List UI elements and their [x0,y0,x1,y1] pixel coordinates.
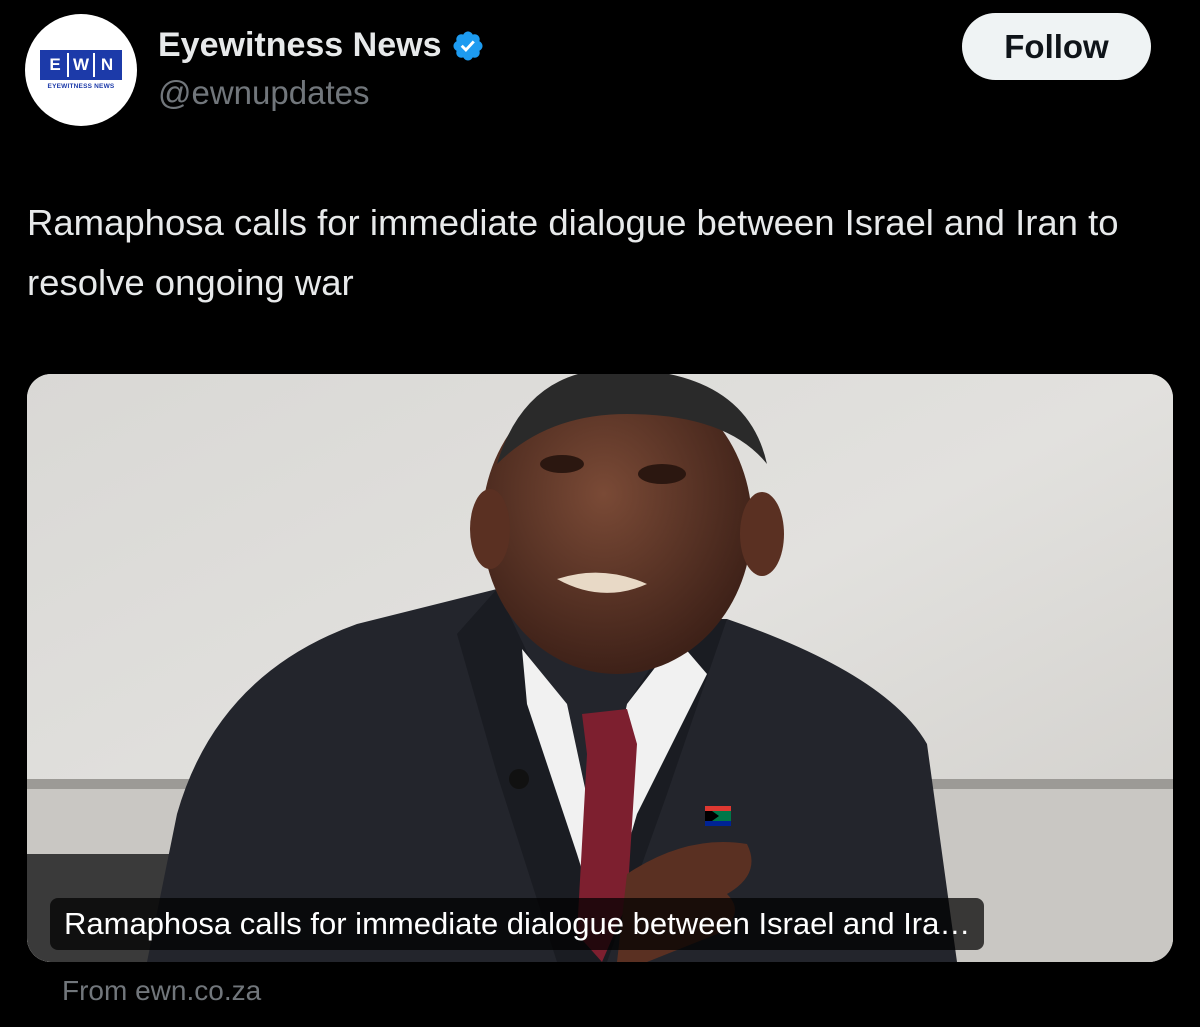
article-photo [27,374,1173,962]
display-name-row: Eyewitness News [158,26,485,65]
link-card-source[interactable]: From ewn.co.za [62,975,261,1007]
ewn-logo: E W N [40,50,122,80]
verified-badge-icon [453,30,484,61]
tweet-text: Ramaphosa calls for immediate dialogue b… [27,202,1119,303]
logo-letter-n: N [93,53,119,77]
logo-letter-e: E [49,55,61,74]
account-handle[interactable]: @ewnupdates [158,74,369,112]
display-name[interactable]: Eyewitness News [158,26,441,65]
link-card-caption: Ramaphosa calls for immediate dialogue b… [50,898,985,950]
follow-button[interactable]: Follow [962,13,1151,80]
account-avatar[interactable]: E W N EYEWITNESS NEWS [25,14,137,126]
link-card[interactable]: Ramaphosa calls for immediate dialogue b… [27,374,1173,962]
logo-subtitle: EYEWITNESS NEWS [47,83,115,90]
logo-letter-w: W [67,53,93,77]
